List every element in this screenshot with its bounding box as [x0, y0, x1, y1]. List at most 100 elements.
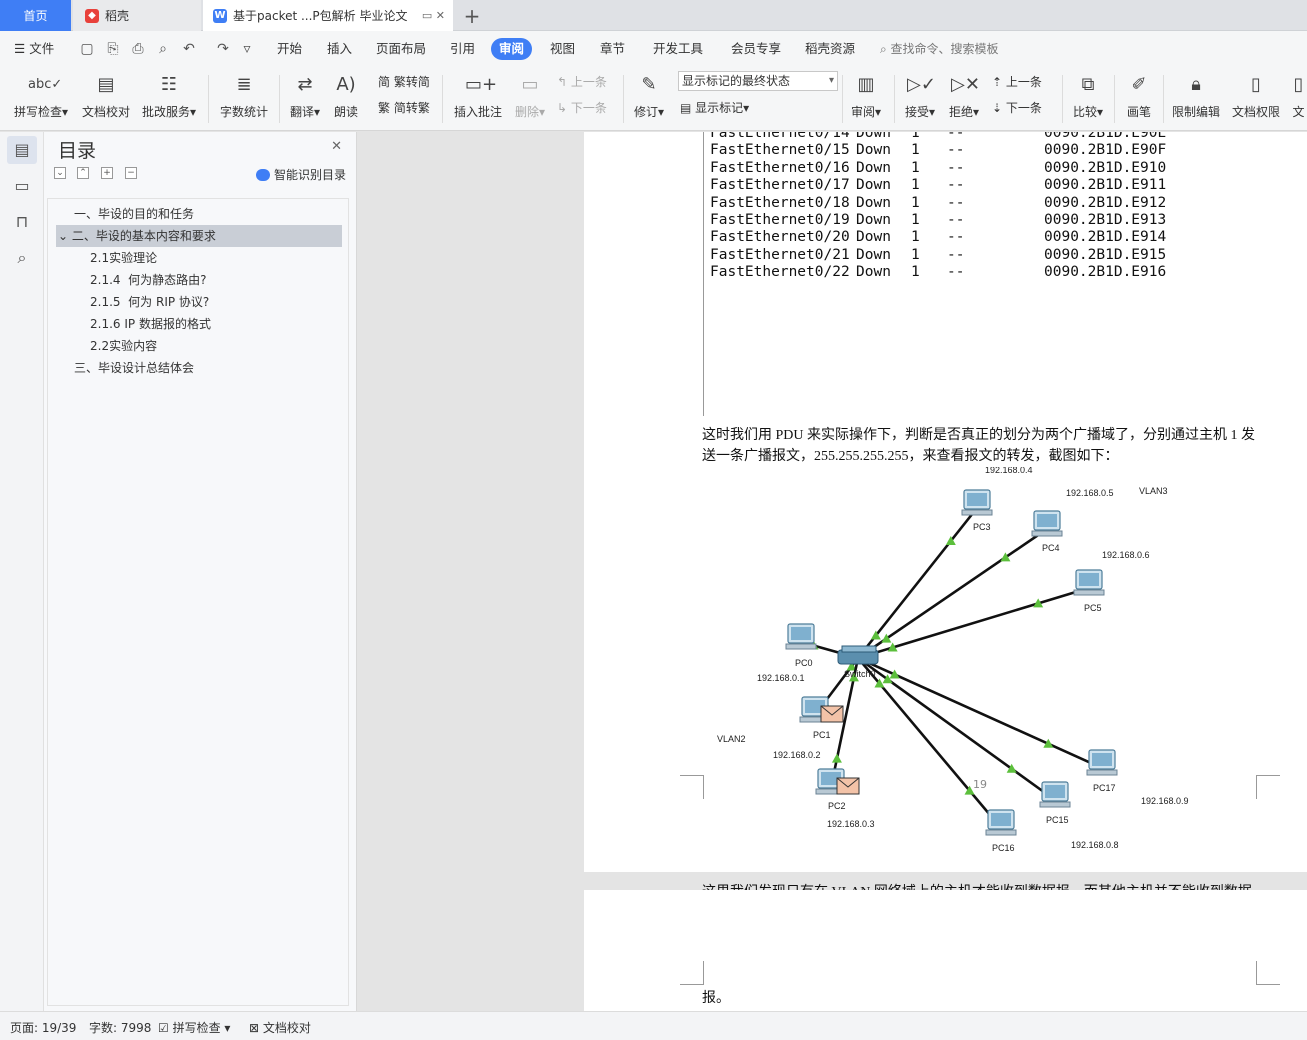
search-icon[interactable]: ⌕	[7, 244, 37, 272]
status-spell-check[interactable]: ☑ 拼写检查 ▾	[158, 1019, 230, 1036]
quick-dropdown-icon[interactable]: ▿	[238, 40, 256, 58]
preview-icon[interactable]: ⌕	[154, 40, 172, 58]
menu-start[interactable]: 开始	[277, 38, 302, 60]
tab-daoke[interactable]: ◆ 稻壳	[73, 0, 201, 31]
add-heading-icon[interactable]: +	[101, 167, 113, 179]
menu-daoke-resources[interactable]: 稻壳资源	[805, 38, 855, 60]
show-markup-button[interactable]: ▤ 显示标记▾	[680, 97, 749, 119]
accept-icon: ▷✓	[907, 74, 936, 95]
markup-state-select[interactable]: 显示标记的最终状态	[678, 71, 838, 91]
menu-member[interactable]: 会员专享	[731, 38, 781, 60]
table-cell-status: Down	[856, 194, 891, 211]
toc-item[interactable]: 2.1实验理论	[56, 247, 342, 269]
reject-button[interactable]: ▷✕ 拒绝▾	[946, 70, 982, 128]
correction-icon: ☷	[160, 74, 178, 95]
table-cell-port: FastEthernet0/16	[710, 159, 850, 176]
compare-button[interactable]: ⧉ 比较▾	[1070, 70, 1106, 128]
translate-button[interactable]: ⇄ 翻译▾	[287, 70, 323, 128]
document-page[interactable]: 报。	[584, 890, 1307, 1011]
spell-check-button[interactable]: abc✓ 拼写检查▾	[12, 70, 70, 128]
table-cell-status: Down	[856, 132, 891, 141]
table-cell-status: Down	[856, 177, 891, 194]
doc-permission-button[interactable]: ▯ 文档权限	[1230, 70, 1282, 128]
status-doc-proof[interactable]: ⊠ 文档校对	[249, 1019, 311, 1036]
review-pane-button[interactable]: ▥ 审阅▾	[848, 70, 884, 128]
toc-panel-icon[interactable]: ▤	[7, 136, 37, 164]
new-tab-button[interactable]: +	[458, 0, 486, 31]
collapse-all-icon[interactable]: ⌃	[77, 167, 89, 179]
command-search[interactable]: ⌕ 查找命令、搜索模板	[880, 38, 999, 60]
ip-label: 192.168.0.1	[757, 673, 805, 683]
delete-comment-button[interactable]: ▭ 删除▾	[512, 70, 548, 128]
next-comment-button[interactable]: ↳ 下一条	[557, 97, 607, 119]
menu-chapter[interactable]: 章节	[600, 38, 625, 60]
bookmark-icon[interactable]: ⊓	[7, 208, 37, 236]
correction-service-button[interactable]: ☷ 批改服务▾	[140, 70, 198, 128]
toc-item[interactable]: 一、毕设的目的和任务	[56, 203, 342, 225]
menu-reference[interactable]: 引用	[450, 38, 475, 60]
table-cell-port: FastEthernet0/17	[710, 177, 850, 194]
trad-to-simp-button[interactable]: 简 繁转简	[378, 71, 430, 93]
word-count-indicator[interactable]: 字数: 7998	[89, 1019, 151, 1036]
table-cell-status: Down	[856, 229, 891, 246]
remove-heading-icon[interactable]: −	[125, 167, 137, 179]
pc-screen-icon	[1079, 573, 1099, 586]
smart-toc-button[interactable]: 智能识别目录	[255, 166, 346, 183]
table-cell-vlan: 1	[911, 194, 920, 211]
tab-daoke-label: 稻壳	[105, 9, 130, 23]
prev-comment-button[interactable]: ↰ 上一条	[557, 71, 607, 93]
paragraph: 送一条广播报文，255.255.255.255，来查看报文的转发，截图如下：	[702, 449, 1119, 464]
expand-all-icon[interactable]: ⌄	[54, 167, 66, 179]
more-ribbon-button[interactable]: ▯ 文	[1290, 70, 1307, 128]
export-icon[interactable]: ⎘	[104, 40, 122, 58]
page-indicator[interactable]: 页面: 19/39	[10, 1019, 76, 1036]
table-cell-status: Down	[856, 159, 891, 176]
undo-icon[interactable]: ↶	[180, 40, 198, 58]
check-icon: ☑	[158, 1021, 173, 1035]
table-cell-port: FastEthernet0/18	[710, 194, 850, 211]
next-change-button[interactable]: ⇣ 下一条	[992, 97, 1042, 119]
tab-close-icon[interactable]: ▭ ✕	[422, 9, 445, 22]
print-icon[interactable]: ⎙	[129, 40, 147, 58]
menu-devtools[interactable]: 开发工具	[653, 38, 703, 60]
toc-panel: 目录 ✕ ⌄ ⌃ + − 智能识别目录 一、毕设的目的和任务 ⌄ 二、毕设的基本…	[44, 132, 357, 1011]
menu-review[interactable]: 审阅	[491, 38, 533, 60]
doc-proof-button[interactable]: ▤ 文档校对	[80, 70, 132, 128]
tab-document[interactable]: W 基于packet ...P包解析 毕业论文 ▭ ✕	[203, 0, 453, 31]
pen-button[interactable]: ✐ 画笔	[1122, 70, 1156, 128]
tab-home[interactable]: 首页	[0, 0, 71, 31]
simp-to-trad-button[interactable]: 繁 简转繁	[378, 97, 430, 119]
toc-item[interactable]: 三、毕设设计总结体会	[56, 357, 342, 379]
permission-icon: ▯	[1251, 74, 1261, 95]
restrict-editing-button[interactable]: 🔒︎ 限制编辑	[1170, 70, 1222, 128]
ip-label: 192.168.0.2	[773, 750, 821, 760]
toc-item[interactable]: 2.1.5 何为 RIP 协议?	[56, 291, 342, 313]
file-menu[interactable]: ☰ 文件	[14, 38, 54, 60]
toc-item[interactable]: 2.2实验内容	[56, 335, 342, 357]
read-aloud-button[interactable]: A) 朗读	[330, 70, 362, 128]
menu-view[interactable]: 视图	[550, 38, 575, 60]
menu-insert[interactable]: 插入	[327, 38, 352, 60]
track-changes-button[interactable]: ✎ 修订▾	[632, 70, 666, 128]
toc-item[interactable]: 2.1.4 何为静态路由?	[56, 269, 342, 291]
table-cell-dash: --	[947, 132, 965, 141]
insert-comment-button[interactable]: ▭+ 插入批注	[452, 70, 504, 128]
toc-item[interactable]: ⌄ 二、毕设的基本内容和要求	[56, 225, 342, 247]
table-cell-dash: --	[947, 159, 965, 176]
prev-change-button[interactable]: ⇡ 上一条	[992, 71, 1042, 93]
daoke-icon: ◆	[85, 8, 99, 23]
table-cell-mac: 0090.2B1D.E915	[1044, 246, 1167, 263]
switch-label: Switch0	[844, 669, 876, 679]
menu-layout[interactable]: 页面布局	[376, 38, 426, 60]
chapter-nav-icon[interactable]: ▭	[7, 172, 37, 200]
word-count-button[interactable]: ≣ 字数统计	[218, 70, 270, 128]
document-page[interactable]: FastEthernet0/14 Down 1 -- 0090.2B1D.E90E Fas…	[584, 132, 1307, 900]
accept-button[interactable]: ▷✓ 接受▾	[902, 70, 938, 128]
close-icon[interactable]: ✕	[331, 139, 342, 154]
table-cell-status: Down	[856, 142, 891, 159]
save-icon[interactable]: ▢	[78, 40, 96, 58]
table-cell-port: FastEthernet0/22	[710, 264, 850, 281]
redo-icon[interactable]: ↷	[214, 40, 232, 58]
document-canvas[interactable]: FastEthernet0/14 Down 1 -- 0090.2B1D.E90E Fas…	[357, 132, 1307, 1011]
toc-item[interactable]: 2.1.6 IP 数据报的格式	[56, 313, 342, 335]
